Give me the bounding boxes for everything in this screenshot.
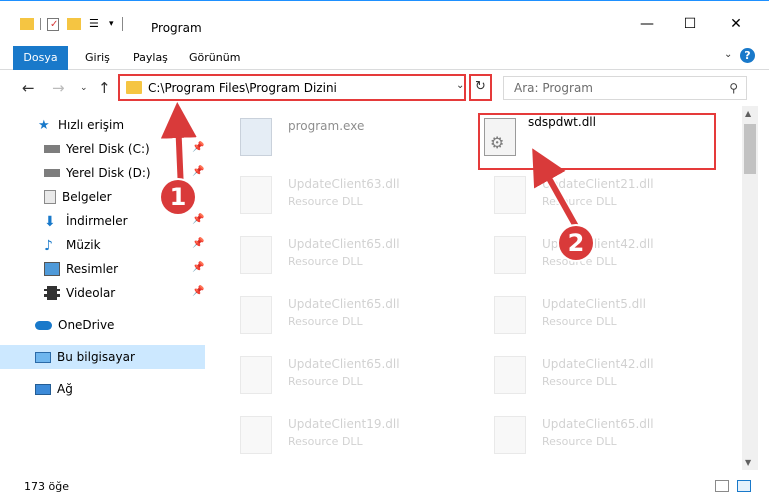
- arrow-2: [532, 148, 581, 232]
- step-2-badge: 2: [559, 226, 593, 260]
- annotation-arrows: [160, 102, 582, 233]
- step-1-badge: 1: [161, 180, 195, 214]
